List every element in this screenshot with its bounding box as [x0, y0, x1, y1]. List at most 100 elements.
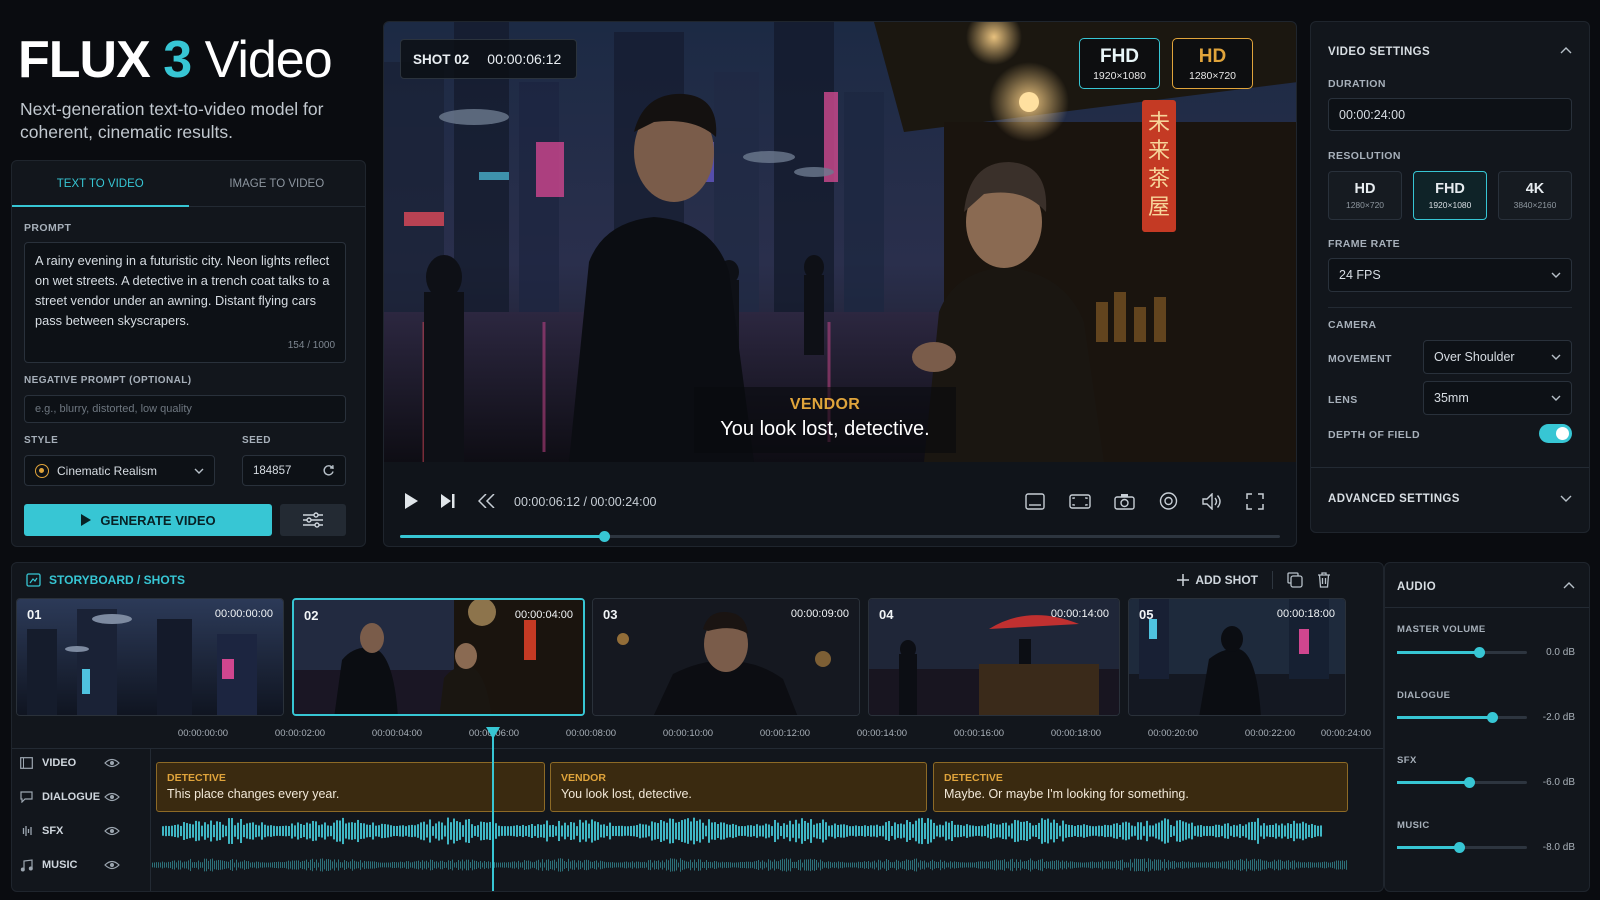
chevron-up-icon[interactable] [1560, 47, 1572, 54]
subtitle-overlay: VENDOR You look lost, detective. [694, 387, 956, 453]
generate-video-button[interactable]: GENERATE VIDEO [24, 504, 272, 536]
eye-icon[interactable] [104, 860, 120, 870]
film-icon [20, 757, 34, 769]
play-icon[interactable] [404, 493, 418, 509]
dialogue-clip[interactable]: VENDOR You look lost, detective. [550, 762, 927, 812]
subtitles-icon[interactable] [1025, 493, 1045, 510]
add-shot-label: ADD SHOT [1195, 573, 1258, 587]
badge-hd: HD 1280×720 [1172, 38, 1253, 89]
sfx-volume-slider[interactable] [1397, 777, 1527, 788]
shot-number: 03 [603, 607, 618, 622]
duration-input[interactable]: 00:00:24:00 [1328, 98, 1572, 131]
slider-fill [1397, 651, 1479, 654]
duplicate-icon[interactable] [1287, 572, 1303, 588]
progress-handle[interactable] [599, 531, 611, 542]
shot-thumbnail-03[interactable]: 03 00:00:09:00 [592, 598, 860, 716]
shot-time: 00:00:04:00 [514, 609, 573, 621]
eye-icon[interactable] [104, 792, 120, 802]
duration-value: 00:00:24:00 [1339, 107, 1406, 122]
ruler-tick: 00:00:08:00 [565, 728, 617, 739]
dialogue-speaker: VENDOR [561, 772, 606, 784]
slider-handle[interactable] [1486, 712, 1498, 723]
ruler-tick: 00:00:02:00 [274, 728, 326, 739]
slider-fill [1397, 716, 1492, 719]
timeline-ruler[interactable]: 00:00:00:00 00:00:02:00 00:00:04:00 00:0… [162, 728, 1382, 748]
resolution-fhd-button[interactable]: FHD 1920×1080 [1413, 171, 1487, 220]
adjustments-button[interactable] [280, 504, 346, 536]
prompt-textarea[interactable]: A rainy evening in a futuristic city. Ne… [24, 242, 346, 363]
chevron-down-icon[interactable] [1560, 495, 1572, 502]
app-title: FLUX 3 Video [18, 30, 333, 90]
negative-prompt-input[interactable]: e.g., blurry, distorted, low quality [24, 395, 346, 423]
slider-handle[interactable] [1454, 842, 1466, 853]
storyboard-title: STORYBOARD / SHOTS [49, 573, 186, 587]
frame-rate-select[interactable]: 24 FPS [1328, 258, 1572, 292]
resolution-4k-button[interactable]: 4K 3840×2160 [1498, 171, 1572, 220]
ruler-tick: 00:00:16:00 [953, 728, 1005, 739]
snapshot-icon[interactable] [1114, 493, 1135, 510]
resolution-fhd-sub: 1920×1080 [1428, 200, 1472, 210]
shot-time: 00:00:14:00 [1050, 608, 1109, 620]
fullscreen-icon[interactable] [1246, 493, 1264, 510]
movement-select[interactable]: Over Shoulder [1423, 340, 1572, 374]
volume-icon[interactable] [1202, 493, 1223, 510]
timeline-playhead[interactable] [486, 727, 500, 891]
resolution-hd-button[interactable]: HD 1280×720 [1328, 171, 1402, 220]
music-waveform[interactable] [152, 848, 1348, 882]
chevron-up-icon[interactable] [1563, 582, 1575, 589]
resolution-hd-label: HD [1354, 181, 1376, 197]
master-volume-label: MASTER VOLUME [1397, 624, 1486, 635]
sfx-waveform[interactable] [162, 814, 1348, 848]
add-shot-button[interactable]: ADD SHOT [1177, 573, 1258, 587]
resolution-hd-sub: 1280×720 [1345, 200, 1385, 210]
slider-handle[interactable] [1463, 777, 1475, 788]
svg-text:未: 未 [1148, 111, 1170, 136]
advanced-settings-label[interactable]: ADVANCED SETTINGS [1328, 493, 1460, 505]
sfx-volume-label: SFX [1397, 755, 1417, 766]
dialogue-volume-slider[interactable] [1397, 712, 1527, 723]
progress-bar[interactable] [400, 531, 1280, 542]
style-select[interactable]: Cinematic Realism [24, 455, 215, 486]
progress-fill [400, 535, 605, 538]
shot-thumbnail-01[interactable]: 01 00:00:00:00 [16, 598, 284, 716]
depth-of-field-toggle[interactable] [1539, 424, 1572, 443]
svg-text:屋: 屋 [1148, 195, 1170, 220]
trash-icon[interactable] [1317, 572, 1331, 588]
music-volume-slider[interactable] [1397, 842, 1527, 853]
camera-view-icon[interactable] [1158, 492, 1179, 510]
dialogue-clip[interactable]: DETECTIVE This place changes every year. [156, 762, 545, 812]
divider [1272, 571, 1273, 589]
seed-input[interactable]: 184857 [242, 455, 346, 486]
shot-thumbnail-04[interactable]: 04 00:00:14:00 [868, 598, 1120, 716]
slider-handle[interactable] [1473, 647, 1485, 658]
shot-thumbnail-05[interactable]: 05 00:00:18:00 [1128, 598, 1346, 716]
skip-forward-icon[interactable] [441, 494, 456, 508]
aspect-ratio-icon[interactable] [1069, 494, 1091, 509]
app-tagline: Next-generation text-to-video model for … [20, 99, 324, 142]
dialogue-clip[interactable]: DETECTIVE Maybe. Or maybe I'm looking fo… [933, 762, 1348, 812]
video-settings-title: VIDEO SETTINGS [1328, 46, 1431, 58]
audio-panel: AUDIO MASTER VOLUME 0.0 dB DIALOGUE -2.0… [1384, 562, 1590, 892]
track-sfx: SFX [12, 814, 152, 848]
ruler-tick: 00:00:00:00 [177, 728, 229, 739]
shot-timecode: 00:00:06:12 [487, 51, 562, 67]
refresh-icon[interactable] [322, 464, 335, 477]
app-title-main: FLUX [18, 31, 151, 89]
negative-prompt-label: NEGATIVE PROMPT (OPTIONAL) [24, 375, 192, 386]
chevron-down-icon [1551, 354, 1561, 360]
rewind-icon[interactable] [478, 494, 495, 508]
tab-image-to-video[interactable]: IMAGE TO VIDEO [189, 161, 366, 206]
eye-icon[interactable] [104, 758, 120, 768]
sfx-volume-value: -6.0 dB [1542, 777, 1575, 788]
shot-thumbnail-02[interactable]: 02 00:00:04:00 [292, 598, 585, 716]
frame-rate-label: FRAME RATE [1328, 238, 1401, 250]
svg-text:来: 来 [1148, 139, 1170, 164]
tab-text-to-video[interactable]: TEXT TO VIDEO [12, 161, 189, 207]
storyboard-header: STORYBOARD / SHOTS [26, 573, 185, 587]
lens-select[interactable]: 35mm [1423, 381, 1572, 415]
eye-icon[interactable] [104, 826, 120, 836]
depth-of-field-label: DEPTH OF FIELD [1328, 429, 1420, 441]
master-volume-slider[interactable] [1397, 647, 1527, 658]
ruler-tick: 00:00:04:00 [371, 728, 423, 739]
divider [12, 748, 1383, 749]
